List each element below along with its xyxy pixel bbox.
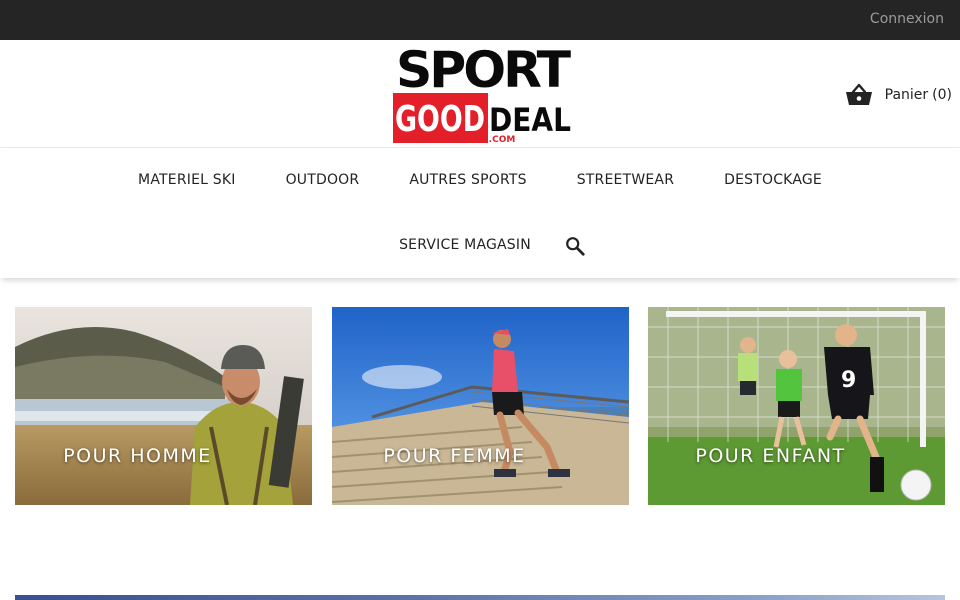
- login-link[interactable]: Connexion: [870, 11, 944, 27]
- next-banner-edge: [15, 595, 945, 600]
- search-icon[interactable]: [564, 235, 586, 257]
- banner-label-femme: POUR FEMME: [383, 445, 526, 467]
- banner-homme[interactable]: POUR HOMME: [15, 307, 312, 505]
- cart-label: Panier: [884, 87, 929, 103]
- logo-graphic: SPORT GOOD DEAL .COM: [393, 43, 572, 143]
- menu-item-service-magasin[interactable]: SERVICE MAGASIN: [374, 237, 556, 257]
- banner-enfant[interactable]: 9 POUR ENFANT: [648, 307, 945, 505]
- menu-item-materiel-ski[interactable]: MATERIEL SKI: [113, 172, 261, 188]
- logo-text-deal: DEAL: [489, 101, 571, 139]
- menu-row: MATERIEL SKI OUTDOOR AUTRES SPORTS STREE…: [0, 172, 960, 188]
- site-header: SPORT GOOD DEAL .COM Panier (0): [0, 40, 960, 148]
- site-logo[interactable]: SPORT GOOD DEAL .COM: [392, 43, 572, 143]
- logo-text-com: .COM: [489, 135, 516, 143]
- cart-link[interactable]: Panier (0): [845, 80, 952, 110]
- menu-item-streetwear[interactable]: STREETWEAR: [552, 172, 699, 188]
- menu-item-outdoor[interactable]: OUTDOOR: [261, 172, 385, 188]
- banner-image-femme: [332, 307, 629, 505]
- banner-image-homme: [15, 307, 312, 505]
- banner-image-enfant: 9: [648, 307, 945, 505]
- main-menu: MATERIEL SKI OUTDOOR AUTRES SPORTS STREE…: [0, 148, 960, 278]
- logo-text-good: GOOD: [395, 99, 485, 140]
- menu-item-destockage[interactable]: DESTOCKAGE: [699, 172, 847, 188]
- logo-text-sport: SPORT: [396, 43, 571, 99]
- banner-label-homme: POUR HOMME: [63, 445, 212, 467]
- basket-icon: [845, 83, 872, 105]
- menu-item-autres-sports[interactable]: AUTRES SPORTS: [384, 172, 551, 188]
- banner-label-enfant: POUR ENFANT: [695, 445, 846, 467]
- svg-text:9: 9: [841, 368, 856, 393]
- banner-femme[interactable]: POUR FEMME: [332, 307, 629, 505]
- menu-row: SERVICE MAGASIN: [0, 237, 960, 257]
- cart-count: (0): [932, 87, 952, 103]
- top-bar: Connexion: [0, 0, 960, 40]
